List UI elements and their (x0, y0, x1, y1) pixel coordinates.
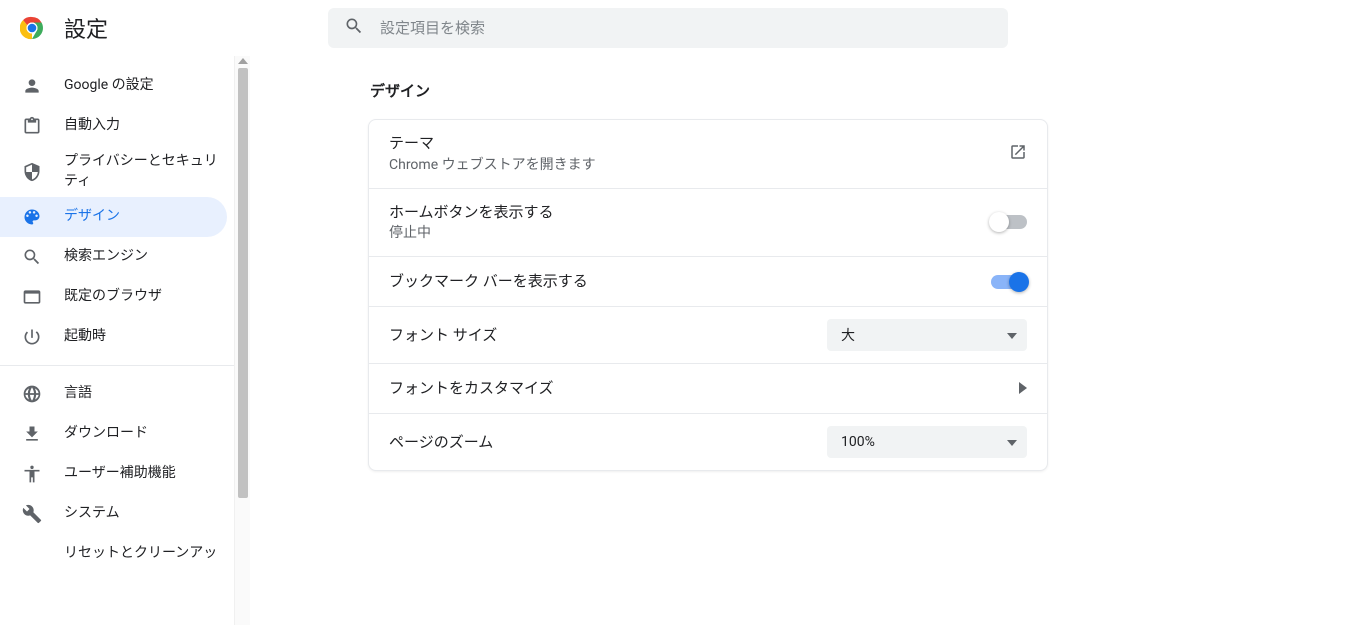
search-icon (22, 247, 42, 267)
main-content: デザイン テーマ Chrome ウェブストアを開きます ホームボタンを表示する … (250, 56, 1366, 625)
person-icon (22, 76, 42, 96)
sidebar-item-label: 自動入力 (64, 116, 120, 136)
row-label: ホームボタンを表示する (389, 201, 554, 224)
wrench-icon (22, 504, 42, 524)
power-icon (22, 327, 42, 347)
download-icon (22, 424, 42, 444)
sidebar-item-search-engine[interactable]: 検索エンジン (0, 237, 227, 277)
palette-icon (22, 207, 42, 227)
accessibility-icon (22, 464, 42, 484)
dropdown-icon (1007, 434, 1017, 450)
sidebar-item-startup[interactable]: 起動時 (0, 317, 227, 357)
chrome-logo-icon (20, 16, 44, 40)
sidebar-item-appearance[interactable]: デザイン (0, 197, 227, 237)
sidebar-item-google[interactable]: Google の設定 (0, 66, 227, 106)
sidebar-item-label: 検索エンジン (64, 247, 148, 267)
search-bar[interactable] (328, 8, 1008, 48)
row-label: ブックマーク バーを表示する (389, 270, 588, 293)
sidebar-item-label: システム (64, 504, 120, 524)
sidebar-item-default-browser[interactable]: 既定のブラウザ (0, 277, 227, 317)
row-sublabel: Chrome ウェブストアを開きます (389, 155, 596, 176)
row-label: テーマ (389, 132, 596, 155)
nav-divider (0, 365, 235, 366)
row-theme[interactable]: テーマ Chrome ウェブストアを開きます (369, 120, 1047, 188)
sidebar-item-label: プライバシーとセキュリティ (64, 152, 227, 191)
toggle-home-button[interactable] (991, 215, 1027, 229)
sidebar-item-label: リセットとクリーンアッ (64, 544, 217, 564)
search-input[interactable] (380, 19, 992, 37)
toggle-bookmark-bar[interactable] (991, 275, 1027, 289)
row-sublabel: 停止中 (389, 223, 554, 244)
settings-card: テーマ Chrome ウェブストアを開きます ホームボタンを表示する 停止中 (368, 119, 1048, 471)
row-label: ページのズーム (389, 431, 493, 454)
row-page-zoom: ページのズーム 100% (369, 413, 1047, 470)
row-bookmark-bar[interactable]: ブックマーク バーを表示する (369, 256, 1047, 306)
select-page-zoom[interactable]: 100% (827, 426, 1027, 458)
sidebar-item-language[interactable]: 言語 (0, 374, 227, 414)
sidebar-item-reset[interactable]: リセットとクリーンアッ (0, 534, 227, 574)
section-title: デザイン (368, 80, 1048, 101)
sidebar-item-label: デザイン (64, 207, 120, 227)
sidebar-item-autofill[interactable]: 自動入力 (0, 106, 227, 146)
scrollbar-thumb[interactable] (238, 68, 248, 498)
open-external-icon (1009, 143, 1027, 165)
row-home-button[interactable]: ホームボタンを表示する 停止中 (369, 188, 1047, 257)
sidebar-item-privacy[interactable]: プライバシーとセキュリティ (0, 146, 227, 197)
select-value: 大 (841, 325, 855, 345)
select-font-size[interactable]: 大 (827, 319, 1027, 351)
select-value: 100% (841, 434, 875, 450)
sidebar: Google の設定 自動入力 プライバシーとセキュリティ デザイン 検索エンジ… (0, 56, 235, 625)
row-font-size: フォント サイズ 大 (369, 306, 1047, 363)
chevron-right-icon (1019, 379, 1027, 398)
clipboard-icon (22, 116, 42, 136)
sidebar-item-label: 起動時 (64, 327, 106, 347)
sidebar-item-label: Google の設定 (64, 76, 154, 96)
sidebar-scrollbar[interactable] (234, 56, 250, 625)
sidebar-item-label: ユーザー補助機能 (64, 464, 176, 484)
sidebar-item-accessibility[interactable]: ユーザー補助機能 (0, 454, 227, 494)
page-title: 設定 (64, 12, 108, 44)
sidebar-item-downloads[interactable]: ダウンロード (0, 414, 227, 454)
sidebar-item-label: 言語 (64, 384, 92, 404)
row-label: フォント サイズ (389, 324, 497, 347)
browser-icon (22, 287, 42, 307)
globe-icon (22, 384, 42, 404)
sidebar-item-system[interactable]: システム (0, 494, 227, 534)
search-icon (344, 16, 380, 40)
dropdown-icon (1007, 327, 1017, 343)
sidebar-item-label: 既定のブラウザ (64, 287, 162, 307)
sidebar-item-label: ダウンロード (64, 424, 148, 444)
row-customize-fonts[interactable]: フォントをカスタマイズ (369, 363, 1047, 413)
shield-icon (22, 162, 42, 182)
row-label: フォントをカスタマイズ (389, 377, 554, 400)
reset-icon (22, 544, 42, 564)
